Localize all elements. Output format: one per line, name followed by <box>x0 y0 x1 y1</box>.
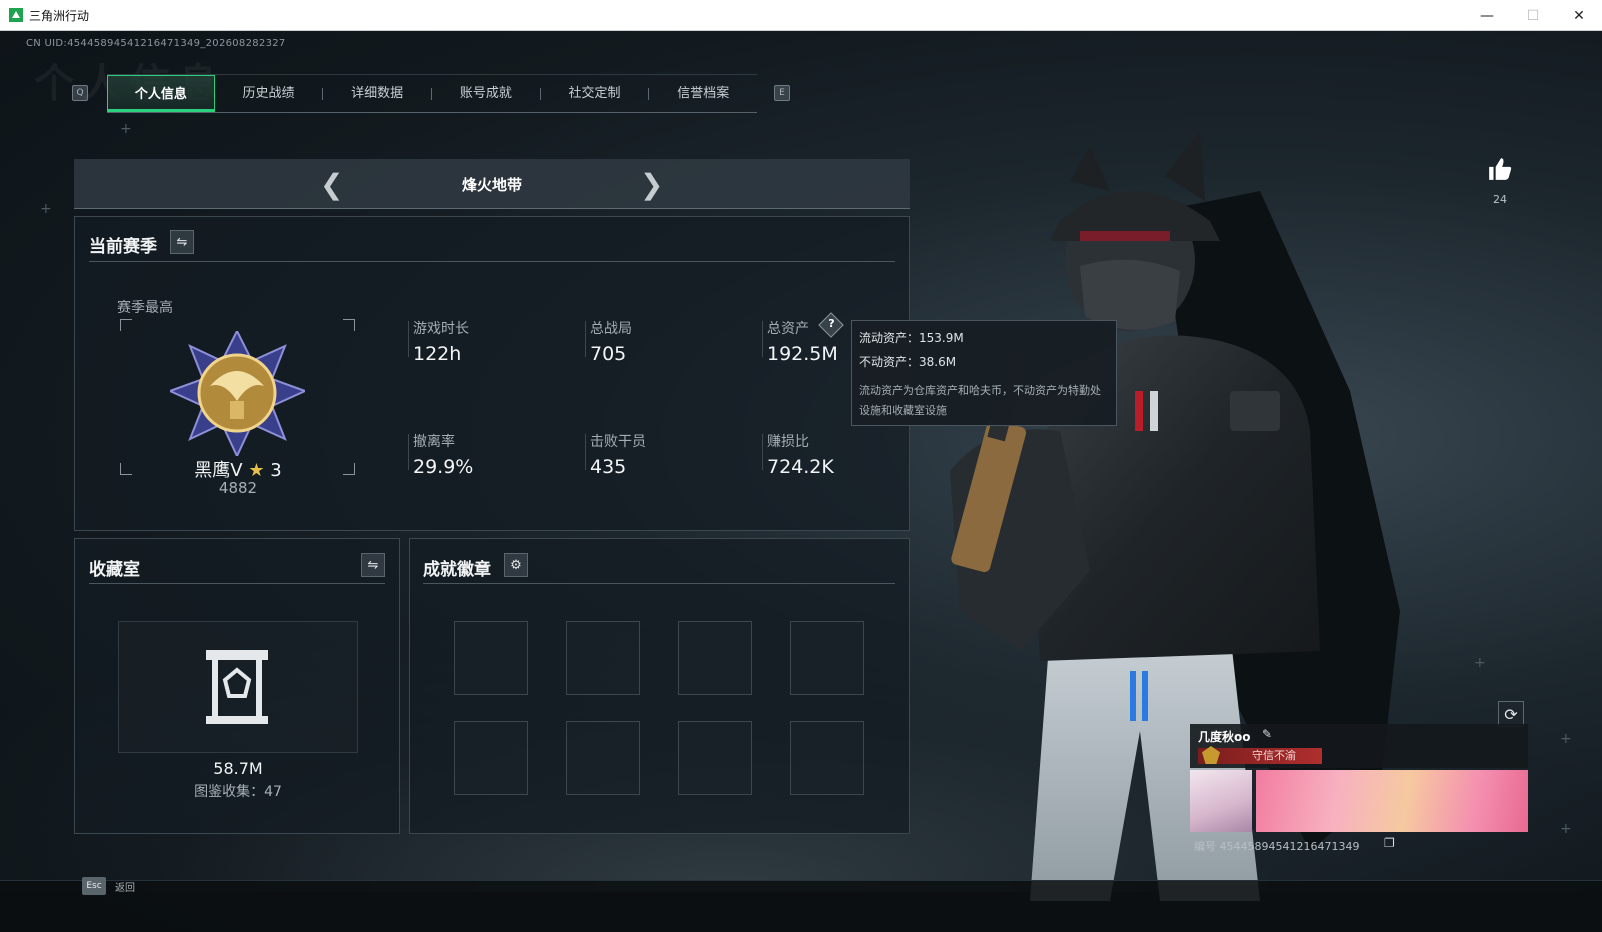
stat-divider <box>762 321 763 357</box>
badge-slot[interactable] <box>678 721 752 795</box>
display-case-icon <box>206 650 268 724</box>
rank-medal-icon <box>170 331 305 456</box>
mode-selector: ❮ 烽火地带 ❯ <box>74 159 910 209</box>
game-stage: CN UID:45445894541216471349_202608282327… <box>0 31 1602 932</box>
prev-tab-key-hint[interactable]: Q <box>72 85 88 101</box>
player-uid: CN UID:45445894541216471349_202608282327 <box>26 38 286 49</box>
next-tab-key-hint[interactable]: E <box>774 85 790 101</box>
stat-divider <box>408 321 409 357</box>
decor-cross-icon: + <box>120 121 132 137</box>
tab-personal-info[interactable]: 个人信息 <box>107 75 215 112</box>
window-titlebar: 三角洲行动 — ☐ ✕ <box>0 0 1602 31</box>
stat-value-matches: 705 <box>590 343 627 365</box>
badge-slot[interactable] <box>790 721 864 795</box>
stat-divider <box>408 434 409 470</box>
tab-detailed-data[interactable]: 详细数据 <box>323 75 431 112</box>
thumbs-up-icon[interactable] <box>1486 156 1514 182</box>
rank-stars: 3 <box>270 460 282 481</box>
window-controls: — ☐ ✕ <box>1464 0 1602 31</box>
bottom-bar <box>0 880 1602 932</box>
swap-icon[interactable]: ⇋ <box>361 553 385 577</box>
decor-cross-icon: + <box>40 201 52 217</box>
minimize-button[interactable]: — <box>1464 0 1510 31</box>
tab-history[interactable]: 历史战绩 <box>215 75 323 112</box>
tooltip-fixed-assets: 不动资产：38.6M <box>859 355 957 369</box>
back-label[interactable]: 返回 <box>115 879 135 894</box>
panel-divider <box>423 583 895 584</box>
stat-label-kills: 击败干员 <box>590 434 646 450</box>
tooltip-description: 流动资产为仓库资产和哈夫币，不动资产为特勤处设施和收藏室设施 <box>859 384 1101 417</box>
app-logo-icon <box>9 8 23 22</box>
rank-points: 4882 <box>218 479 258 497</box>
collection-value: 58.7M <box>213 759 263 778</box>
assets-tooltip: 流动资产：153.9M 不动资产：38.6M 流动资产为仓库资产和哈夫币，不动资… <box>851 320 1117 426</box>
esc-key-hint[interactable]: Esc <box>82 877 106 895</box>
badge-slot[interactable] <box>454 721 528 795</box>
rank-name: 黑鹰V <box>194 460 243 481</box>
stat-value-kills: 435 <box>590 456 627 478</box>
decor-cross-icon: + <box>1474 655 1486 671</box>
profile-tabs: 个人信息 历史战绩 详细数据 账号成就 社交定制 信誉档案 <box>107 74 757 113</box>
stat-divider <box>762 434 763 470</box>
collection-title: 收藏室 <box>89 560 140 580</box>
badge-slot[interactable] <box>790 621 864 695</box>
player-id: 编号 45445894541216471349 <box>1194 840 1360 853</box>
collection-count: 图鉴收集：47 <box>194 784 282 800</box>
stat-value-profit-ratio: 724.2K <box>767 456 834 478</box>
stat-label-extract-rate: 撤离率 <box>413 434 455 450</box>
chevron-right-icon[interactable]: ❯ <box>640 168 663 201</box>
maximize-button[interactable]: ☐ <box>1510 0 1556 31</box>
close-button[interactable]: ✕ <box>1556 0 1602 31</box>
star-icon: ★ <box>248 460 265 481</box>
mode-label: 烽火地带 <box>461 176 522 194</box>
panel-divider <box>89 583 385 584</box>
window-title: 三角洲行动 <box>29 8 90 23</box>
badge-slot[interactable] <box>454 621 528 695</box>
avatar[interactable] <box>1190 770 1252 832</box>
tab-reputation[interactable]: 信誉档案 <box>649 75 757 112</box>
player-name: 几度秋oo <box>1198 730 1251 744</box>
stat-label-matches: 总战局 <box>590 321 632 337</box>
season-title: 当前赛季 <box>89 237 157 257</box>
swap-icon[interactable]: ⇋ <box>170 230 194 254</box>
stat-value-extract-rate: 29.9% <box>413 456 474 478</box>
decor-cross-icon: + <box>1560 731 1572 747</box>
tooltip-liquid-assets: 流动资产：153.9M <box>859 331 964 345</box>
tab-achievements[interactable]: 账号成就 <box>432 75 540 112</box>
stat-divider <box>585 434 586 470</box>
season-best-label: 赛季最高 <box>117 300 173 316</box>
stat-label-playtime: 游戏时长 <box>413 321 469 337</box>
decor-cross-icon: + <box>1560 821 1572 837</box>
tab-social[interactable]: 社交定制 <box>541 75 649 112</box>
stat-label-profit-ratio: 赚损比 <box>767 434 809 450</box>
badge-slot[interactable] <box>678 621 752 695</box>
badge-slot[interactable] <box>566 621 640 695</box>
badge-slot[interactable] <box>566 721 640 795</box>
gear-icon[interactable]: ⚙ <box>504 553 528 577</box>
panel-divider <box>89 261 895 262</box>
player-card-header: 几度秋oo ✎ 守信不渝 <box>1190 724 1528 768</box>
stat-value-playtime: 122h <box>413 343 462 365</box>
like-count: 24 <box>1493 193 1507 206</box>
copy-icon[interactable]: ❐ <box>1384 836 1395 850</box>
player-card[interactable]: 几度秋oo ✎ 守信不渝 编号 45445894541216471349 ❐ <box>1190 724 1528 854</box>
profile-banner <box>1256 770 1528 832</box>
stat-label-assets: 总资产 <box>767 321 809 337</box>
frame-corner <box>343 319 355 331</box>
stat-value-assets: 192.5M <box>767 343 838 365</box>
stat-divider <box>585 321 586 357</box>
frame-corner <box>120 319 132 331</box>
badges-title: 成就徽章 <box>423 560 491 580</box>
edit-icon[interactable]: ✎ <box>1262 727 1272 741</box>
